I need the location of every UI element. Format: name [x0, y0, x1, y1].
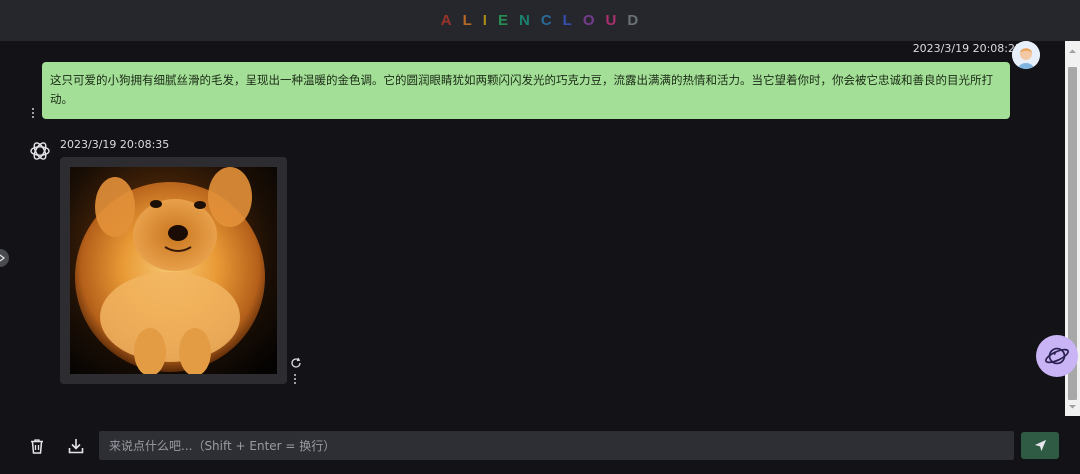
scroll-down-icon[interactable] [1068, 402, 1077, 411]
brand-logo: ALIENCLOUD [441, 12, 639, 29]
bot-message-timestamp: 2023/3/19 20:08:35 [60, 138, 170, 151]
brand-letter: C [540, 12, 553, 29]
user-message-more-icon[interactable] [30, 108, 36, 118]
planet-icon [1045, 347, 1069, 365]
chevron-right-icon [0, 254, 6, 262]
scroll-up-icon[interactable] [1068, 47, 1077, 56]
brand-letter: E [497, 12, 509, 29]
app-header: ALIENCLOUD [0, 0, 1080, 41]
brand-letter: D [627, 12, 640, 29]
clear-chat-button[interactable] [28, 437, 46, 455]
bot-message-more-icon[interactable] [292, 374, 298, 384]
send-button[interactable] [1021, 432, 1059, 459]
user-message-bubble: 这只可爱的小狗拥有细腻丝滑的毛发，呈现出一种温暖的金色调。它的圆润眼睛犹如两颗闪… [42, 62, 1010, 119]
send-icon [1034, 439, 1046, 452]
brand-letter: U [605, 12, 618, 29]
bot-avatar-icon [28, 139, 52, 163]
brand-letter: L [562, 12, 573, 29]
user-avatar [1012, 41, 1040, 69]
brand-letter: O [582, 12, 596, 29]
user-message-timestamp: 2023/3/19 20:08:25 [912, 42, 1022, 55]
bot-image-card [60, 157, 287, 384]
generated-dog-image[interactable] [70, 167, 277, 374]
export-button[interactable] [67, 437, 85, 455]
brand-letter: I [482, 12, 488, 29]
brand-letter: A [440, 12, 453, 29]
message-input[interactable] [99, 431, 1014, 460]
download-icon [68, 439, 84, 454]
planet-floating-button[interactable] [1036, 335, 1078, 377]
trash-icon [31, 439, 43, 454]
brand-letter: L [462, 12, 473, 29]
regenerate-icon[interactable] [290, 354, 302, 368]
brand-letter: N [518, 12, 531, 29]
